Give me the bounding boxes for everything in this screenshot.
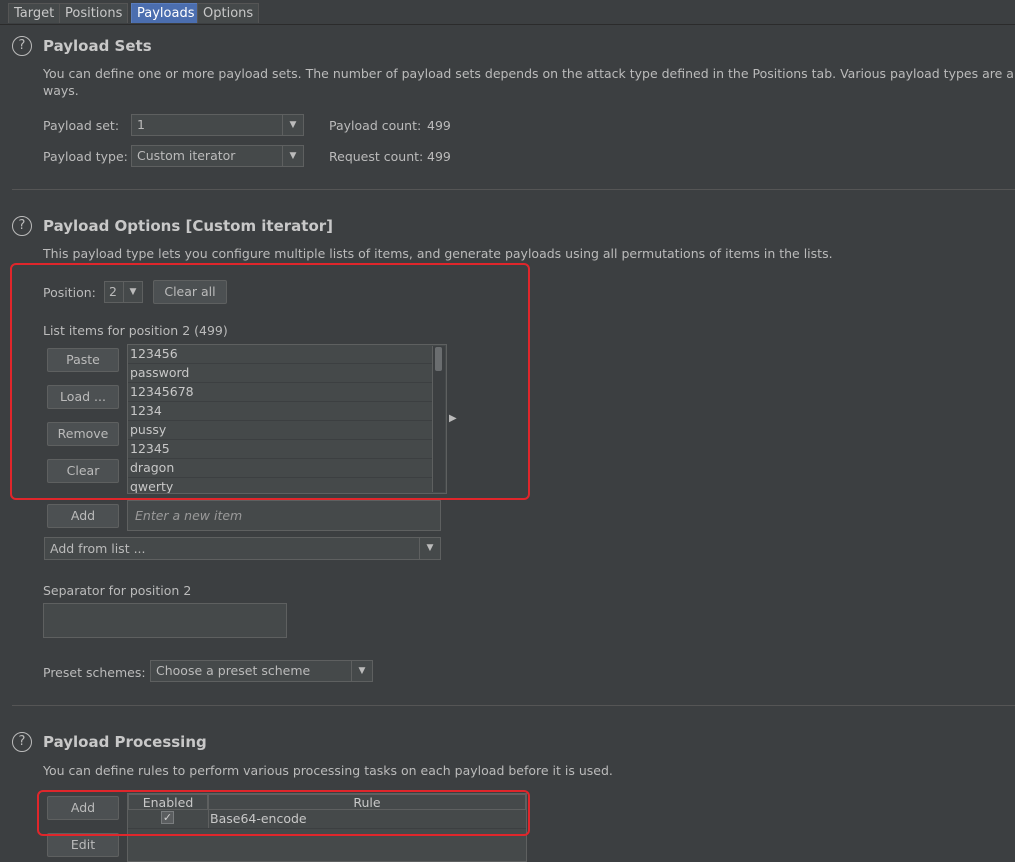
- add-from-list-value: Add from list ...: [50, 541, 146, 556]
- chevron-down-icon: ▼: [351, 661, 372, 681]
- list-item[interactable]: 12345678: [128, 383, 433, 402]
- list-item[interactable]: pussy: [128, 421, 433, 440]
- request-count-label: Request count:: [329, 149, 424, 164]
- payload-type-select[interactable]: Custom iterator ▼: [131, 145, 304, 167]
- list-item[interactable]: 12345: [128, 440, 433, 459]
- payload-sets-description: You can define one or more payload sets.…: [43, 66, 1014, 81]
- help-icon[interactable]: ?: [12, 36, 32, 56]
- clear-all-button[interactable]: Clear all: [153, 280, 227, 304]
- preset-scheme-select[interactable]: Choose a preset scheme ▼: [150, 660, 373, 682]
- add-item-button[interactable]: Add: [47, 504, 119, 528]
- add-from-list-select[interactable]: Add from list ... ▼: [44, 537, 441, 560]
- remove-button[interactable]: Remove: [47, 422, 119, 446]
- separator-label: Separator for position 2: [43, 583, 192, 598]
- section-divider: [12, 705, 1015, 706]
- tab-bar: Target Positions Payloads Options: [0, 0, 1015, 25]
- new-item-placeholder: Enter a new item: [135, 508, 243, 523]
- tab-payloads[interactable]: Payloads: [131, 3, 201, 23]
- tab-options[interactable]: Options: [197, 3, 260, 23]
- help-icon[interactable]: ?: [12, 216, 32, 236]
- list-item[interactable]: qwerty: [128, 478, 433, 493]
- scrollbar-thumb[interactable]: [435, 347, 442, 371]
- chevron-down-icon: ▼: [123, 282, 142, 302]
- payload-sets-title: Payload Sets: [43, 37, 152, 55]
- section-divider: [12, 189, 1015, 190]
- payload-processing-description: You can define rules to perform various …: [43, 763, 613, 778]
- scrollbar[interactable]: [432, 346, 445, 492]
- list-item[interactable]: 123456: [128, 345, 433, 364]
- chevron-down-icon: ▼: [282, 115, 303, 135]
- payload-type-label: Payload type:: [43, 149, 128, 164]
- payload-sets-description-cont: ways.: [43, 83, 79, 98]
- paste-button[interactable]: Paste: [47, 348, 119, 372]
- preset-schemes-label: Preset schemes:: [43, 665, 146, 680]
- list-item[interactable]: dragon: [128, 459, 433, 478]
- position-select[interactable]: 2 ▼: [104, 281, 143, 303]
- tab-positions[interactable]: Positions: [59, 3, 129, 23]
- payload-count-label: Payload count:: [329, 118, 422, 133]
- payload-options-description: This payload type lets you configure mul…: [43, 246, 833, 261]
- list-item[interactable]: password: [128, 364, 433, 383]
- payload-set-value: 1: [137, 117, 145, 132]
- payload-options-title: Payload Options [Custom iterator]: [43, 217, 334, 235]
- payload-set-label: Payload set:: [43, 118, 120, 133]
- chevron-down-icon: ▼: [282, 146, 303, 166]
- edit-rule-button[interactable]: Edit: [47, 833, 119, 857]
- tab-target[interactable]: Target: [8, 3, 61, 23]
- payload-processing-title: Payload Processing: [43, 733, 207, 751]
- preset-scheme-value: Choose a preset scheme: [156, 663, 311, 678]
- position-label: Position:: [43, 285, 96, 300]
- clear-button[interactable]: Clear: [47, 459, 119, 483]
- help-icon[interactable]: ?: [12, 732, 32, 752]
- list-item[interactable]: 1234: [128, 402, 433, 421]
- chevron-down-icon: ▼: [419, 538, 440, 559]
- payload-set-select[interactable]: 1 ▼: [131, 114, 304, 136]
- new-item-input[interactable]: Enter a new item: [127, 500, 441, 531]
- load-button[interactable]: Load ...: [47, 385, 119, 409]
- list-items-label: List items for position 2 (499): [43, 323, 228, 338]
- payload-count-value: 499: [427, 118, 451, 133]
- request-count-value: 499: [427, 149, 451, 164]
- highlight-box: [37, 790, 530, 836]
- separator-input[interactable]: [43, 603, 287, 638]
- payload-type-value: Custom iterator: [137, 148, 236, 163]
- expand-arrow-icon[interactable]: ▶: [449, 413, 457, 424]
- payload-items-list[interactable]: 123456 password 12345678 1234 pussy 1234…: [127, 344, 447, 494]
- position-value: 2: [109, 284, 117, 299]
